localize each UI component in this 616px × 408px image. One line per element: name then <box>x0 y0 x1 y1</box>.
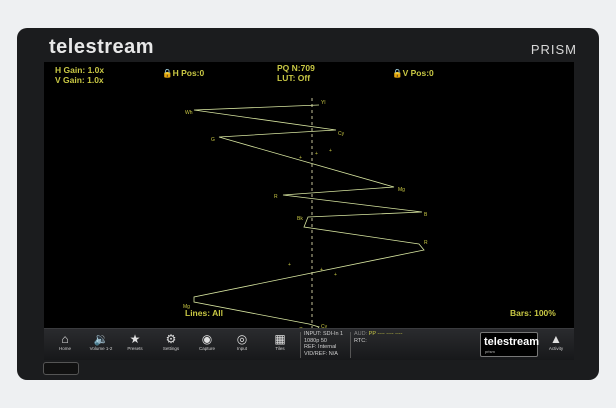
tick-mark: + <box>320 267 323 273</box>
trace-point-label: G <box>211 137 215 143</box>
device-header: telestream PRISM <box>17 28 599 62</box>
input-info: INPUT: SDI-In 1 1080p 50 REF: Internal V… <box>304 331 344 357</box>
waveform-trace-line <box>193 104 425 335</box>
audio-info: AUD: PP ---- ---- ---- RTC: <box>354 331 402 344</box>
volume-button[interactable]: 🔉 Volume 1-2 <box>86 332 116 352</box>
settings-button[interactable]: ⚙ Settings <box>156 332 186 352</box>
trace-point-label: Wh <box>185 110 193 116</box>
bell-icon: ▲ <box>550 332 562 346</box>
trace-point-label: Mg <box>398 187 405 193</box>
product-name: PRISM <box>530 42 577 57</box>
capture-button[interactable]: ◉ Capture <box>192 332 222 352</box>
tick-mark: + <box>288 262 291 268</box>
trace-point-label: Bk <box>297 216 303 222</box>
waveform-screen: H Gain: 1.0x V Gain: 1.0x 🔒H Pos:0 PQ N:… <box>44 62 574 353</box>
trace-point-label: R <box>424 240 428 246</box>
telestream-logo-button[interactable]: telestream prism <box>480 332 539 357</box>
trace-point-label: Cy <box>338 131 345 137</box>
activity-button[interactable]: ▲ Activity <box>541 332 571 352</box>
input-icon: ◎ <box>236 332 248 346</box>
lines-readout: Lines: All <box>185 308 223 318</box>
device-frame: telestream PRISM H Gain: 1.0x V Gain: 1.… <box>17 28 599 380</box>
tiles-icon: ▦ <box>274 332 286 346</box>
input-button[interactable]: ◎ Input <box>227 332 257 352</box>
vectorscope-trace: YlWhCyGMgRBBkRMgGCyWhYl + + + + + + <box>183 98 428 335</box>
home-icon: ⌂ <box>61 332 69 346</box>
gear-icon: ⚙ <box>165 332 177 346</box>
bars-readout: Bars: 100% <box>510 308 556 318</box>
tick-mark: + <box>334 272 337 278</box>
rtc-status: RTC: <box>354 337 367 344</box>
tick-mark: + <box>315 151 318 157</box>
tick-mark: + <box>299 155 302 161</box>
trace-point-label: B <box>424 212 428 218</box>
volume-icon: 🔉 <box>93 332 109 346</box>
camera-icon: ◉ <box>201 332 213 346</box>
bottom-toolbar: ⌂ Home 🔉 Volume 1-2 ★ Presets ⚙ Settings… <box>44 328 574 360</box>
tick-mark: + <box>329 148 332 154</box>
divider <box>350 332 351 358</box>
presets-button[interactable]: ★ Presets <box>120 332 150 352</box>
trace-point-label: Yl <box>321 100 325 106</box>
divider <box>300 332 301 358</box>
audio-status: AUD: PP ---- ---- ---- <box>354 331 403 337</box>
star-icon: ★ <box>129 332 141 346</box>
tiles-button[interactable]: ▦ Tiles <box>265 332 295 352</box>
trace-point-label: R <box>274 194 278 200</box>
home-button[interactable]: ⌂ Home <box>50 332 80 352</box>
device-home-button[interactable] <box>43 362 79 375</box>
brand-logo: telestream <box>49 36 155 58</box>
